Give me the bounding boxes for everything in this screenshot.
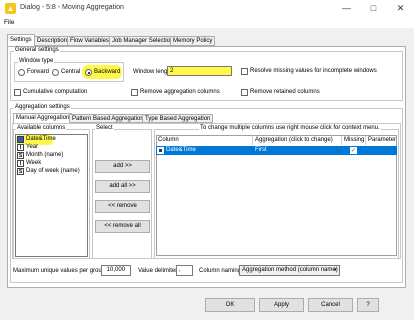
forward-radio[interactable]	[18, 69, 25, 76]
close-button[interactable]: ✕	[387, 0, 414, 17]
value-delimiter-label: Value delimiter	[138, 268, 178, 274]
column-header-missing[interactable]: Missing	[342, 136, 366, 145]
list-item[interactable]: Day of week (name)	[26, 168, 80, 174]
subtab-manual-aggregation[interactable]: Manual Aggregation	[13, 113, 73, 123]
help-button[interactable]: ?	[357, 298, 379, 312]
resolve-missing-label: Resolve missing values for incomplete wi…	[250, 68, 377, 74]
column-header-aggregation[interactable]: Aggregation (click to change)	[253, 136, 342, 145]
window-type-label: Window type	[18, 58, 55, 64]
ok-button[interactable]: OK	[205, 298, 255, 312]
menu-file[interactable]: File	[4, 19, 14, 26]
table-cell-column: Date&Time	[166, 147, 196, 153]
tab-memory-policy[interactable]: Memory Policy	[170, 36, 216, 46]
maximize-button[interactable]: □	[360, 0, 387, 17]
calendar-icon	[17, 136, 24, 143]
integer-type-icon: I	[17, 144, 24, 151]
column-header-parameter[interactable]: Parameter	[366, 136, 396, 145]
subtab-pattern-based[interactable]: Pattern Based Aggregation	[69, 114, 147, 123]
cumulative-label: Cumulative computation	[23, 89, 88, 95]
general-settings-label: General settings	[14, 47, 60, 53]
cumulative-checkbox[interactable]	[14, 89, 21, 96]
tab-flow-variables[interactable]: Flow Variables	[67, 36, 112, 46]
remove-aggregation-checkbox[interactable]	[131, 89, 138, 96]
aggregation-settings-label: Aggregation settings	[14, 104, 71, 110]
string-type-icon: S	[17, 168, 24, 175]
window-title: Dialog - 5:8 - Moving Aggregation	[20, 4, 124, 11]
tab-description[interactable]: Description	[34, 36, 71, 46]
value-delimiter-input[interactable]: ,	[176, 265, 193, 276]
resolve-missing-checkbox[interactable]	[241, 68, 248, 75]
table-cell-aggregation[interactable]: First	[255, 147, 267, 153]
subtab-type-based[interactable]: Type Based Aggregation	[142, 114, 214, 123]
string-type-icon: S	[17, 152, 24, 159]
backward-label: Backward	[94, 69, 121, 75]
tab-job-manager-selection[interactable]: Job Manager Selection	[109, 36, 177, 46]
menu-bar	[0, 17, 414, 28]
context-menu-hint: To change multiple columns use right mou…	[199, 125, 381, 131]
available-columns-label: Available columns	[16, 125, 67, 131]
window-length-input[interactable]: 2	[167, 66, 232, 76]
add-button[interactable]: add >>	[95, 160, 150, 173]
select-group	[92, 129, 152, 259]
column-header-column[interactable]: Column	[156, 136, 253, 145]
list-item[interactable]: Month (name)	[26, 152, 63, 158]
forward-label: Forward	[27, 69, 50, 75]
max-unique-input[interactable]: 10,000	[101, 265, 131, 276]
remove-retained-checkbox[interactable]	[241, 89, 248, 96]
missing-checkbox[interactable]: ✓	[350, 147, 357, 154]
integer-type-icon: I	[17, 160, 24, 167]
backward-radio[interactable]	[85, 69, 92, 76]
tab-settings[interactable]: Settings	[7, 34, 35, 46]
list-item[interactable]: Date&Time	[26, 136, 56, 142]
central-radio[interactable]	[52, 69, 59, 76]
list-item[interactable]: Week	[26, 160, 41, 166]
remove-button[interactable]: << remove	[95, 200, 150, 213]
select-label: Select	[95, 125, 114, 131]
max-unique-label: Maximum unique values per group	[13, 268, 106, 274]
column-naming-select[interactable]: Aggregation method (column name)	[239, 265, 340, 276]
remove-aggregation-label: Remove aggregation columns	[140, 89, 220, 95]
central-label: Central	[61, 69, 81, 75]
minimize-button[interactable]: —	[333, 0, 360, 17]
remove-all-button[interactable]: << remove all	[95, 220, 150, 233]
title-bar: ▲ Dialog - 5:8 - Moving Aggregation — □ …	[0, 0, 414, 17]
column-naming-label: Column naming	[199, 268, 242, 274]
chevron-down-icon: ▾	[334, 267, 337, 273]
cancel-button[interactable]: Cancel	[308, 298, 353, 312]
calendar-icon	[157, 147, 164, 154]
apply-button[interactable]: Apply	[259, 298, 304, 312]
remove-retained-label: Remove retained columns	[250, 89, 320, 95]
list-item[interactable]: Year	[26, 144, 38, 150]
add-all-button[interactable]: add all >>	[95, 180, 150, 193]
knime-logo-icon: ▲	[5, 3, 16, 14]
